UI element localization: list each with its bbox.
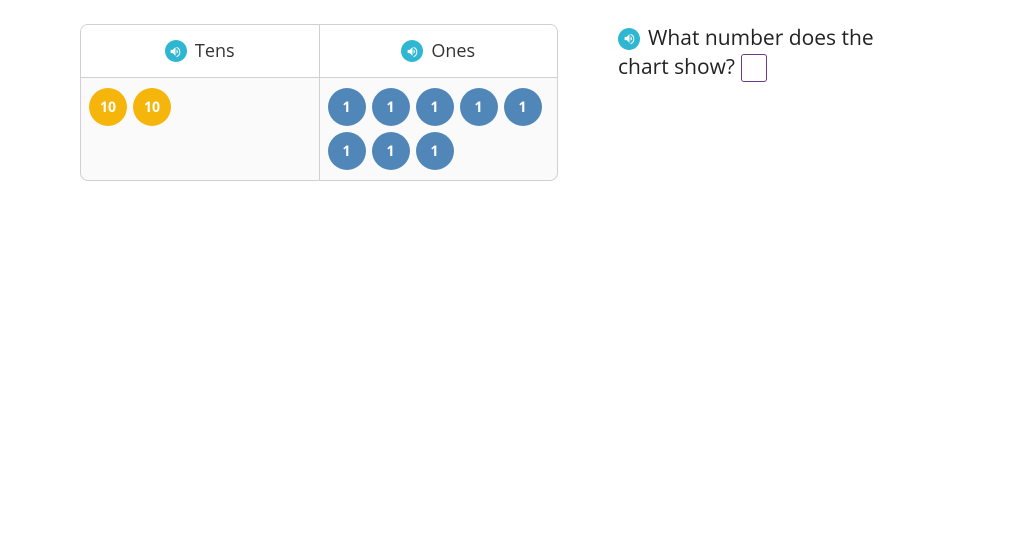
audio-icon[interactable] (618, 28, 640, 50)
ones-disc: 1 (504, 88, 542, 126)
audio-icon[interactable] (401, 40, 423, 62)
tens-disc: 10 (133, 88, 171, 126)
audio-icon[interactable] (165, 40, 187, 62)
ones-disc: 1 (416, 132, 454, 170)
place-value-table: Tens Ones 1010 11111111 (80, 24, 558, 181)
question-text-line2: chart show? (618, 53, 735, 82)
tens-disc: 10 (89, 88, 127, 126)
ones-disc: 1 (328, 132, 366, 170)
ones-disc: 1 (460, 88, 498, 126)
ones-disc: 1 (372, 88, 410, 126)
tens-cell: 1010 (81, 78, 320, 180)
table-header: Tens Ones (81, 25, 557, 78)
answer-input[interactable] (741, 54, 767, 82)
table-body: 1010 11111111 (81, 78, 557, 180)
header-tens-label: Tens (195, 39, 235, 63)
ones-cell: 11111111 (320, 78, 558, 180)
header-ones-label: Ones (431, 39, 475, 63)
header-cell-tens: Tens (81, 25, 320, 77)
ones-disc: 1 (372, 132, 410, 170)
header-cell-ones: Ones (320, 25, 558, 77)
ones-disc: 1 (416, 88, 454, 126)
question-block: What number does the chart show? (618, 24, 874, 83)
question-text-line1: What number does the (648, 24, 874, 53)
ones-disc: 1 (328, 88, 366, 126)
